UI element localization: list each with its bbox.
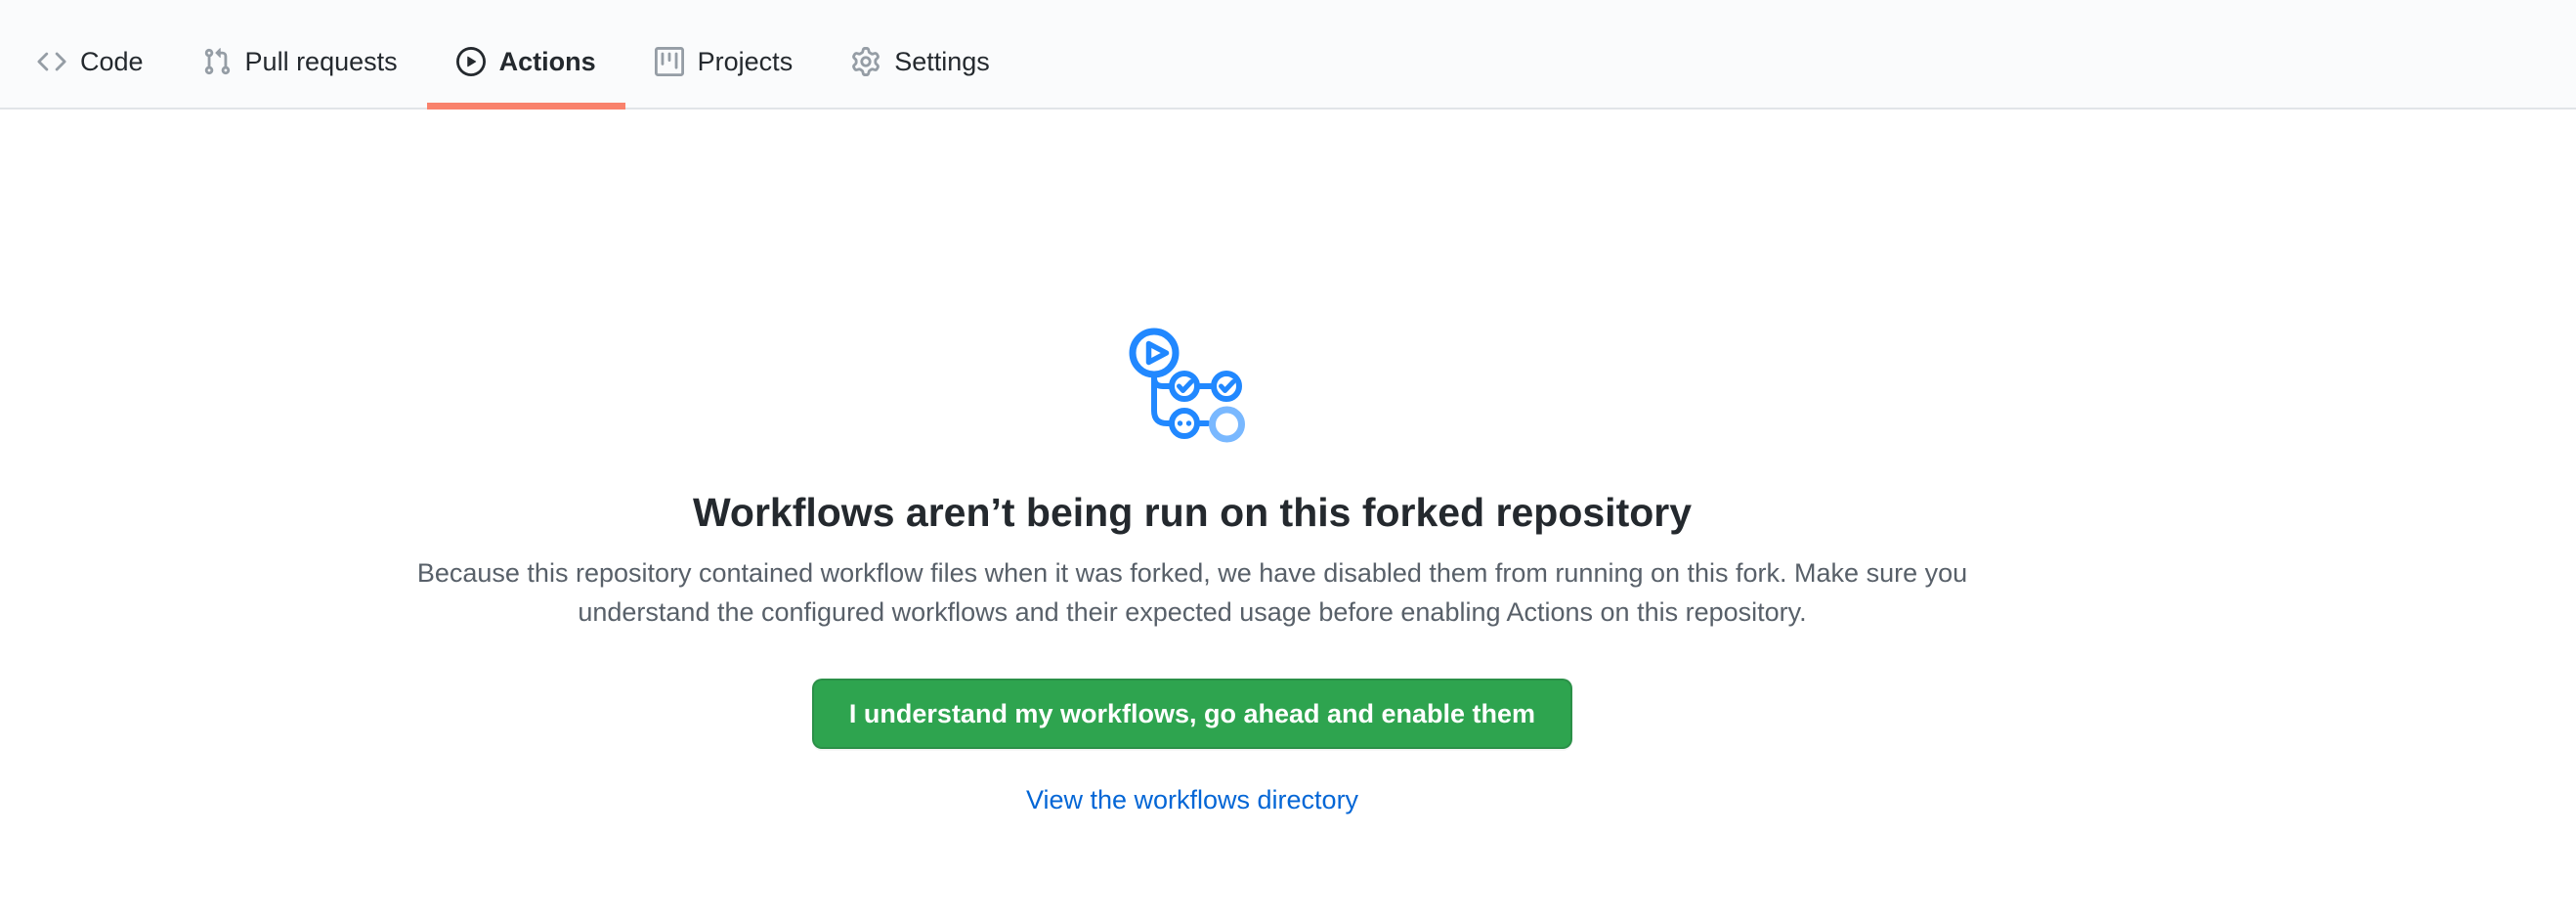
tab-label: Settings [894,49,990,75]
gear-icon [851,47,880,76]
tab-pull-requests[interactable]: Pull requests [173,16,427,108]
code-icon [37,47,66,76]
tab-label: Pull requests [245,49,398,75]
tab-projects[interactable]: Projects [625,16,823,108]
blankslate: Workflows aren’t being run on this forke… [391,110,1994,815]
tab-label: Projects [698,49,794,75]
view-workflows-directory-link[interactable]: View the workflows directory [1026,784,1358,815]
git-pull-request-icon [202,47,232,76]
tab-actions[interactable]: Actions [427,16,625,108]
tab-settings[interactable]: Settings [822,16,1019,108]
active-tab-underline [427,103,625,110]
blankslate-description: Because this repository contained workfl… [401,553,1984,632]
tab-label: Actions [499,49,596,75]
actions-blankslate-page: Workflows aren’t being run on this forke… [0,110,2576,923]
play-icon [456,47,486,76]
tab-code[interactable]: Code [8,16,173,108]
project-icon [655,47,684,76]
enable-workflows-button[interactable]: I understand my workflows, go ahead and … [812,679,1572,749]
blankslate-title: Workflows aren’t being run on this forke… [693,489,1692,536]
repo-tab-nav: Code Pull requests Actions Projects Sett… [0,0,2576,110]
tab-label: Code [80,49,144,75]
workflow-graph-icon [1129,323,1256,450]
